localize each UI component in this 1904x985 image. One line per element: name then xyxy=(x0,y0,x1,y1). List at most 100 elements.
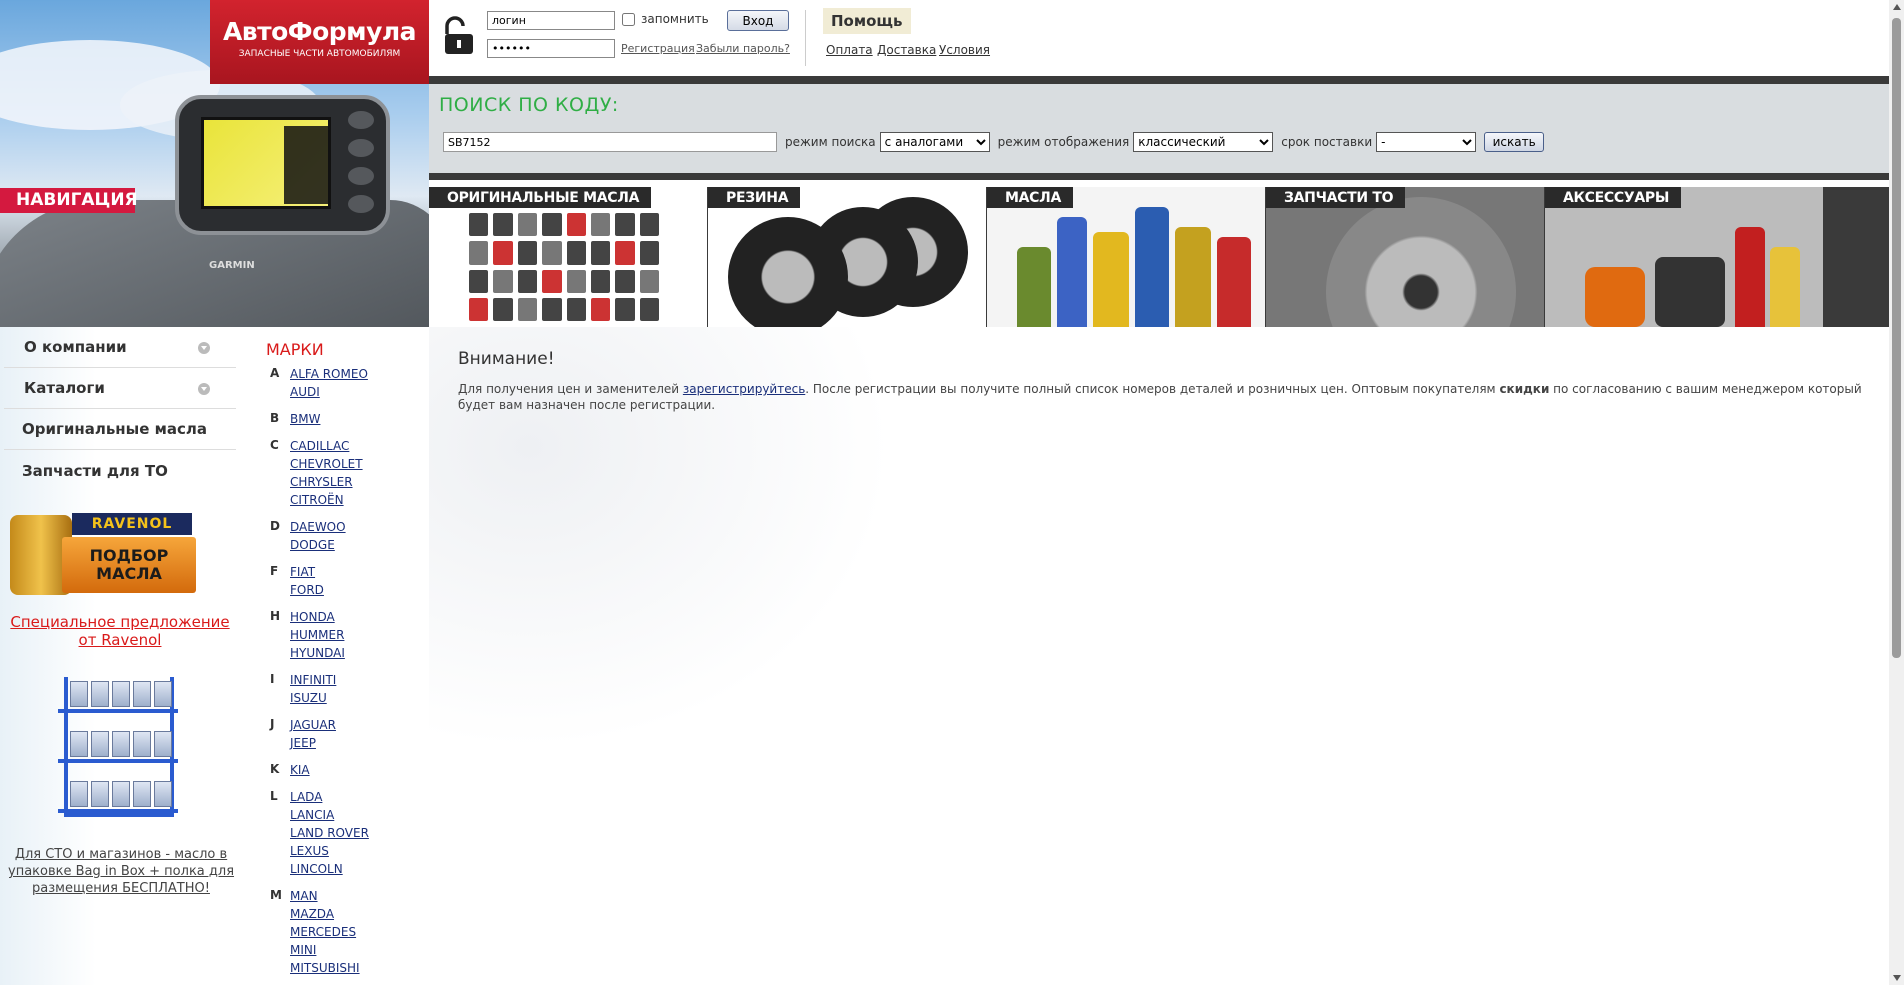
menu-label: О компании xyxy=(24,338,127,356)
brand-link[interactable]: MERCEDES xyxy=(290,923,360,941)
brand-link[interactable]: LINCOLN xyxy=(290,860,369,878)
section-label: НАВИГАЦИЯ xyxy=(0,188,138,213)
tile-accessories[interactable]: АКСЕССУАРЫ xyxy=(1545,187,1823,327)
scroll-up-icon[interactable] xyxy=(1893,4,1901,10)
brand-link[interactable]: CITROËN xyxy=(290,491,363,509)
brand-letter-group: A ALFA ROMEO AUDI xyxy=(266,365,406,401)
menu-maintenance-parts[interactable]: Запчасти для ТО xyxy=(4,450,236,491)
search-strip xyxy=(429,76,1889,84)
brand-link[interactable]: HUMMER xyxy=(290,626,345,644)
chevron-down-icon xyxy=(198,383,210,395)
brand-link[interactable]: LANCIA xyxy=(290,806,369,824)
tile-original-oils[interactable]: ОРИГИНАЛЬНЫЕ МАСЛА xyxy=(429,187,707,327)
special-offer-link[interactable]: Специальное предложение от Ravenol xyxy=(10,613,230,649)
search-row: режим поиска с аналогами режим отображен… xyxy=(443,132,1545,152)
brand-link[interactable]: MAZDA xyxy=(290,905,360,923)
sto-offer-link[interactable]: Для СТО и магазинов - масло в упаковке B… xyxy=(8,846,234,897)
brand-link[interactable]: MAN xyxy=(290,887,360,905)
delivery-time-select[interactable]: - xyxy=(1376,132,1477,152)
display-mode-label: режим отображения xyxy=(997,135,1130,149)
brand-link[interactable]: ALFA ROMEO xyxy=(290,365,368,383)
brand-link[interactable]: ISUZU xyxy=(290,689,336,707)
login-button[interactable]: Вход xyxy=(727,10,789,31)
password-field[interactable] xyxy=(487,39,615,58)
display-mode-select[interactable]: классический xyxy=(1133,132,1274,152)
main-content: Внимание! Для получения цен и заменителе… xyxy=(429,327,1889,985)
divider xyxy=(805,10,806,66)
help-button[interactable]: Помощь xyxy=(823,8,911,34)
brand-link[interactable]: LAND ROVER xyxy=(290,824,369,842)
search-mode-label: режим поиска xyxy=(785,135,876,149)
brand-letter: B xyxy=(270,411,280,425)
brand-link[interactable]: DODGE xyxy=(290,536,346,554)
brand-link[interactable]: CHEVROLET xyxy=(290,455,363,473)
terms-link[interactable]: Условия xyxy=(939,43,990,57)
brand-link[interactable]: FORD xyxy=(290,581,324,599)
register-link[interactable]: Регистрация xyxy=(621,42,695,55)
menu-catalogs[interactable]: Каталоги xyxy=(4,368,236,409)
menu-original-oils[interactable]: Оригинальные масла xyxy=(4,409,236,450)
scroll-down-icon[interactable] xyxy=(1893,975,1901,981)
brand-letter-group: C CADILLAC CHEVROLET CHRYSLER CITROËN xyxy=(266,437,406,509)
page-scrollbar[interactable] xyxy=(1889,0,1904,985)
delivery-time-label: срок поставки xyxy=(1281,135,1373,149)
brand-letter-group: M MAN MAZDA MERCEDES MINI MITSUBISHI xyxy=(266,887,406,977)
brand-link[interactable]: FIAT xyxy=(290,563,324,581)
delivery-link[interactable]: Доставка xyxy=(877,43,936,57)
tile-tyres[interactable]: РЕЗИНА xyxy=(708,187,986,327)
search-mode-select[interactable]: с аналогами xyxy=(879,132,990,152)
brand-link[interactable]: CADILLAC xyxy=(290,437,363,455)
brand-letter-group: J JAGUAR JEEP xyxy=(266,716,406,752)
brand-link[interactable]: BMW xyxy=(290,410,320,428)
inline-register-link[interactable]: зарегистрируйтесь xyxy=(683,382,805,396)
brand-letter: M xyxy=(270,888,282,902)
gps-button xyxy=(348,195,374,213)
remember-me[interactable]: запомнить xyxy=(622,12,709,26)
accessories-image xyxy=(1545,187,1823,327)
gps-screen xyxy=(201,117,331,209)
brand-link[interactable]: LEXUS xyxy=(290,842,369,860)
menu-about[interactable]: О компании xyxy=(4,327,236,368)
brand-link[interactable]: AUDI xyxy=(290,383,368,401)
username-field[interactable] xyxy=(487,11,615,30)
tile-maintenance-parts[interactable]: ЗАПЧАСТИ ТО xyxy=(1266,187,1544,327)
tile-oils[interactable]: МАСЛА xyxy=(987,187,1265,327)
brand-letter: H xyxy=(270,609,281,623)
brake-disc-image xyxy=(1266,187,1544,327)
menu-label: Каталоги xyxy=(24,379,105,397)
brand-letter-group: H HONDA HUMMER HYUNDAI xyxy=(266,608,406,662)
brand-link[interactable]: JEEP xyxy=(290,734,336,752)
remember-checkbox[interactable] xyxy=(622,12,635,26)
gps-button xyxy=(348,167,374,185)
brand-link[interactable]: HYUNDAI xyxy=(290,644,345,662)
brand-link[interactable]: INFINITI xyxy=(290,671,336,689)
brand-link[interactable]: KIA xyxy=(290,761,310,779)
brand-link[interactable]: JAGUAR xyxy=(290,716,336,734)
brand-link[interactable]: MITSUBISHI xyxy=(290,959,360,977)
brand-letter: D xyxy=(270,519,280,533)
brand-link[interactable]: HONDA xyxy=(290,608,345,626)
brand-letter-group: D DAEWOO DODGE xyxy=(266,518,406,554)
menu-label: Оригинальные масла xyxy=(22,420,208,438)
part-code-input[interactable] xyxy=(443,132,777,152)
brand-link[interactable]: CHRYSLER xyxy=(290,473,363,491)
brand-letter-group: K KIA xyxy=(266,761,406,779)
site-logo[interactable]: АвтоФормула ЗАПАСНЫЕ ЧАСТИ АВТОМОБИЛЯМ xyxy=(210,0,429,84)
search-button[interactable]: искать xyxy=(1484,132,1545,152)
ravenol-oil-selector-banner[interactable]: RAVENOL ПОДБОР МАСЛА xyxy=(6,507,196,602)
tyres-image xyxy=(708,187,986,327)
brand-link[interactable]: LADA xyxy=(290,788,369,806)
brand-letter: K xyxy=(270,762,280,776)
brand-link[interactable]: MINI xyxy=(290,941,360,959)
lock-icon xyxy=(445,16,473,54)
bag-in-box-rack-image[interactable] xyxy=(44,669,189,829)
brand-letter: C xyxy=(270,438,279,452)
brand-link[interactable]: DAEWOO xyxy=(290,518,346,536)
scroll-thumb[interactable] xyxy=(1892,18,1901,658)
ravenol-logo: RAVENOL xyxy=(72,513,192,535)
brand-letter: A xyxy=(270,366,280,380)
forgot-password-link[interactable]: Забыли пароль? xyxy=(696,42,790,55)
oil-bottles-image xyxy=(987,187,1265,327)
payment-link[interactable]: Оплата xyxy=(826,43,873,57)
gps-brand: GARMIN xyxy=(209,260,255,271)
